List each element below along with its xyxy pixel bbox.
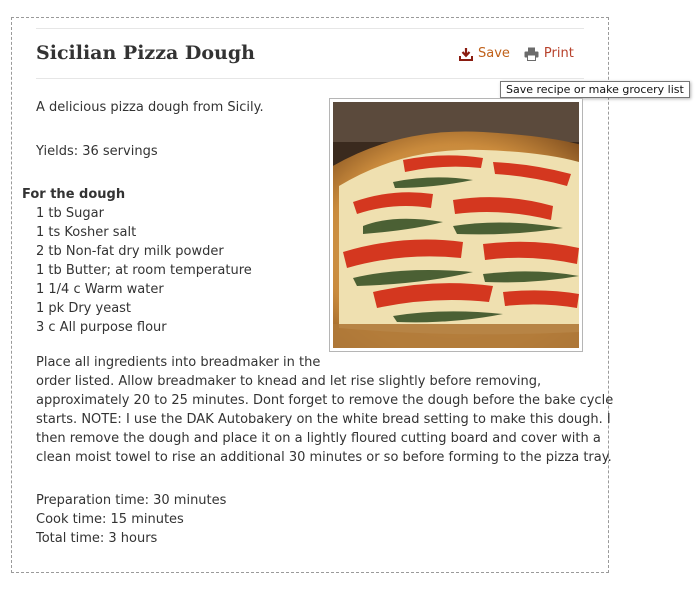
divider [36, 28, 584, 29]
save-button[interactable]: Save [459, 46, 510, 61]
printer-icon [524, 47, 539, 61]
ingredient-item: 2 tb Non-fat dry milk powder [36, 244, 224, 259]
download-icon [459, 47, 473, 61]
instruction-line: approximately 20 to 25 minutes. Dont for… [36, 393, 614, 408]
instruction-line: clean moist towel to rise an additional … [36, 450, 612, 465]
print-label: Print [543, 46, 574, 61]
recipe-photo [329, 98, 583, 352]
ingredient-item: 1 tb Sugar [36, 206, 104, 221]
instruction-line: then remove the dough and place it on a … [36, 431, 601, 446]
ingredient-item: 1 ts Kosher salt [36, 225, 137, 240]
recipe-description: A delicious pizza dough from Sicily. [36, 100, 264, 115]
ingredient-item: 1 pk Dry yeast [36, 301, 132, 316]
save-tooltip: Save recipe or make grocery list [500, 81, 690, 98]
recipe-times: Preparation time: 30 minutes Cook time: … [36, 491, 226, 548]
print-button[interactable]: Print [524, 46, 574, 61]
ingredient-list: For the dough 1 tb Sugar 1 ts Kosher sal… [22, 185, 252, 337]
ingredient-item: 1 1/4 c Warm water [36, 282, 164, 297]
recipe-title: Sicilian Pizza Dough [36, 42, 255, 64]
total-time: Total time: 3 hours [36, 531, 158, 546]
pizza-image [333, 102, 579, 348]
instruction-line: starts. NOTE: I use the DAK Autobakery o… [36, 412, 611, 427]
recipe-yields: Yields: 36 servings [36, 144, 158, 159]
recipe-instructions: Place all ingredients into breadmaker in… [36, 353, 614, 467]
ingredient-section-heading: For the dough [22, 187, 126, 202]
cook-time: Cook time: 15 minutes [36, 512, 184, 527]
prep-time: Preparation time: 30 minutes [36, 493, 227, 508]
ingredient-item: 1 tb Butter; at room temperature [36, 263, 252, 278]
save-label: Save [478, 46, 510, 61]
recipe-actions: Save Print [459, 46, 574, 61]
ingredient-item: 3 c All purpose flour [36, 320, 167, 335]
instruction-line: Place all ingredients into breadmaker in… [36, 355, 321, 370]
divider [36, 78, 584, 79]
instruction-line: order listed. Allow breadmaker to knead … [36, 374, 542, 389]
